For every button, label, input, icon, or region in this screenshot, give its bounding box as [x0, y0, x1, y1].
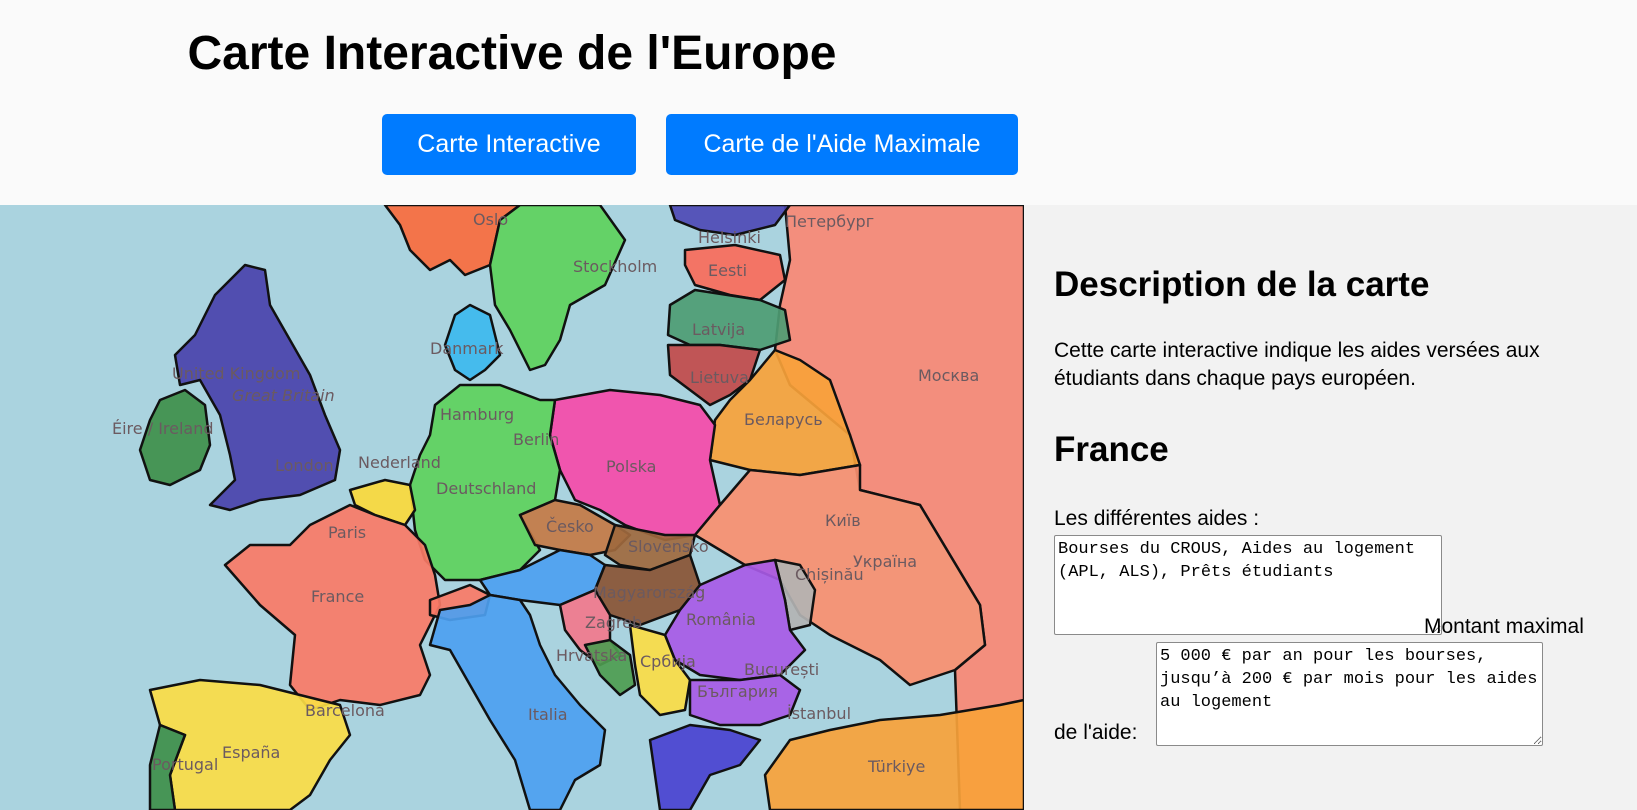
map-label-barcelona: Barcelona [305, 701, 385, 720]
aids-textarea[interactable]: Bourses du CROUS, Aides au logement (APL… [1054, 535, 1442, 635]
map-label-latvija: Latvija [692, 320, 745, 339]
map-label-portugal: Portugal [152, 755, 218, 774]
map-label-magyarorszag: Magyarország [593, 583, 705, 602]
map-label-stockholm: Stockholm [573, 257, 657, 276]
map-label-peterburg: Петербург [785, 212, 874, 231]
map-label-paris: Paris [328, 523, 366, 542]
map-label-istanbul: İstanbul [787, 704, 851, 723]
max-aid-map-button[interactable]: Carte de l'Aide Maximale [666, 114, 1018, 175]
map-label-united-kingdom: United Kingdom [172, 364, 300, 383]
map-label-oslo: Oslo [473, 210, 508, 229]
amount-label-line2: de l'aide: [1054, 721, 1138, 744]
europe-map[interactable]: Oslo Stockholm Helsinki Петербург Eesti … [0, 205, 1024, 810]
header: Carte Interactive de l'Europe Carte Inte… [0, 0, 1024, 205]
map-label-cesko: Česko [546, 517, 594, 536]
map-label-helsinki: Helsinki [698, 228, 761, 247]
map-label-zagreb: Zagreb [585, 613, 642, 632]
map-label-italia: Italia [528, 705, 568, 724]
amount-label-line1: Montant maximal [1424, 615, 1584, 638]
map-label-slovensko: Slovensko [628, 537, 709, 556]
map-label-france: France [311, 587, 364, 606]
map-label-berlin: Berlin [513, 430, 559, 449]
map-label-belarus: Беларусь [744, 410, 823, 429]
map-label-kyiv: Київ [825, 511, 861, 530]
map-label-lietuva: Lietuva [690, 368, 749, 387]
map-label-espana: España [222, 743, 280, 762]
map-label-danmark: Danmark [430, 339, 504, 358]
map-label-srbija: Србија [640, 652, 696, 671]
map-label-balgaria: България [697, 682, 778, 701]
map-label-moskva: Москва [918, 366, 979, 385]
country-name: France [1054, 430, 1169, 469]
map-label-deutschland: Deutschland [436, 479, 536, 498]
map-label-hrvatska: Hrvatska [556, 646, 627, 665]
description-title: Description de la carte [1054, 265, 1430, 304]
page-title: Carte Interactive de l'Europe [187, 27, 837, 80]
map-label-chisinau: Chișinău [795, 565, 864, 584]
map-label-nederland: Nederland [358, 453, 441, 472]
map-label-romania: România [686, 610, 756, 629]
interactive-map-button[interactable]: Carte Interactive [382, 114, 636, 175]
map-svg[interactable]: Oslo Stockholm Helsinki Петербург Eesti … [0, 205, 1024, 810]
map-label-great-britain: Great Britain [232, 386, 335, 405]
map-label-london: London [275, 456, 334, 475]
description-text: Cette carte interactive indique les aide… [1054, 339, 1540, 390]
map-label-hamburg: Hamburg [440, 405, 514, 424]
amount-textarea[interactable]: 5 000 € par an pour les bourses, jusqu’à… [1156, 642, 1543, 746]
map-label-turkiye: Türkiye [867, 757, 925, 776]
sidebar: Description de la carte Cette carte inte… [1024, 205, 1637, 810]
map-label-eire: Éire / Ireland [112, 419, 214, 438]
map-label-eesti: Eesti [708, 261, 747, 280]
map-label-bucuresti: București [744, 660, 819, 679]
aids-label: Les différentes aides : [1054, 507, 1260, 530]
map-label-polska: Polska [606, 457, 656, 476]
